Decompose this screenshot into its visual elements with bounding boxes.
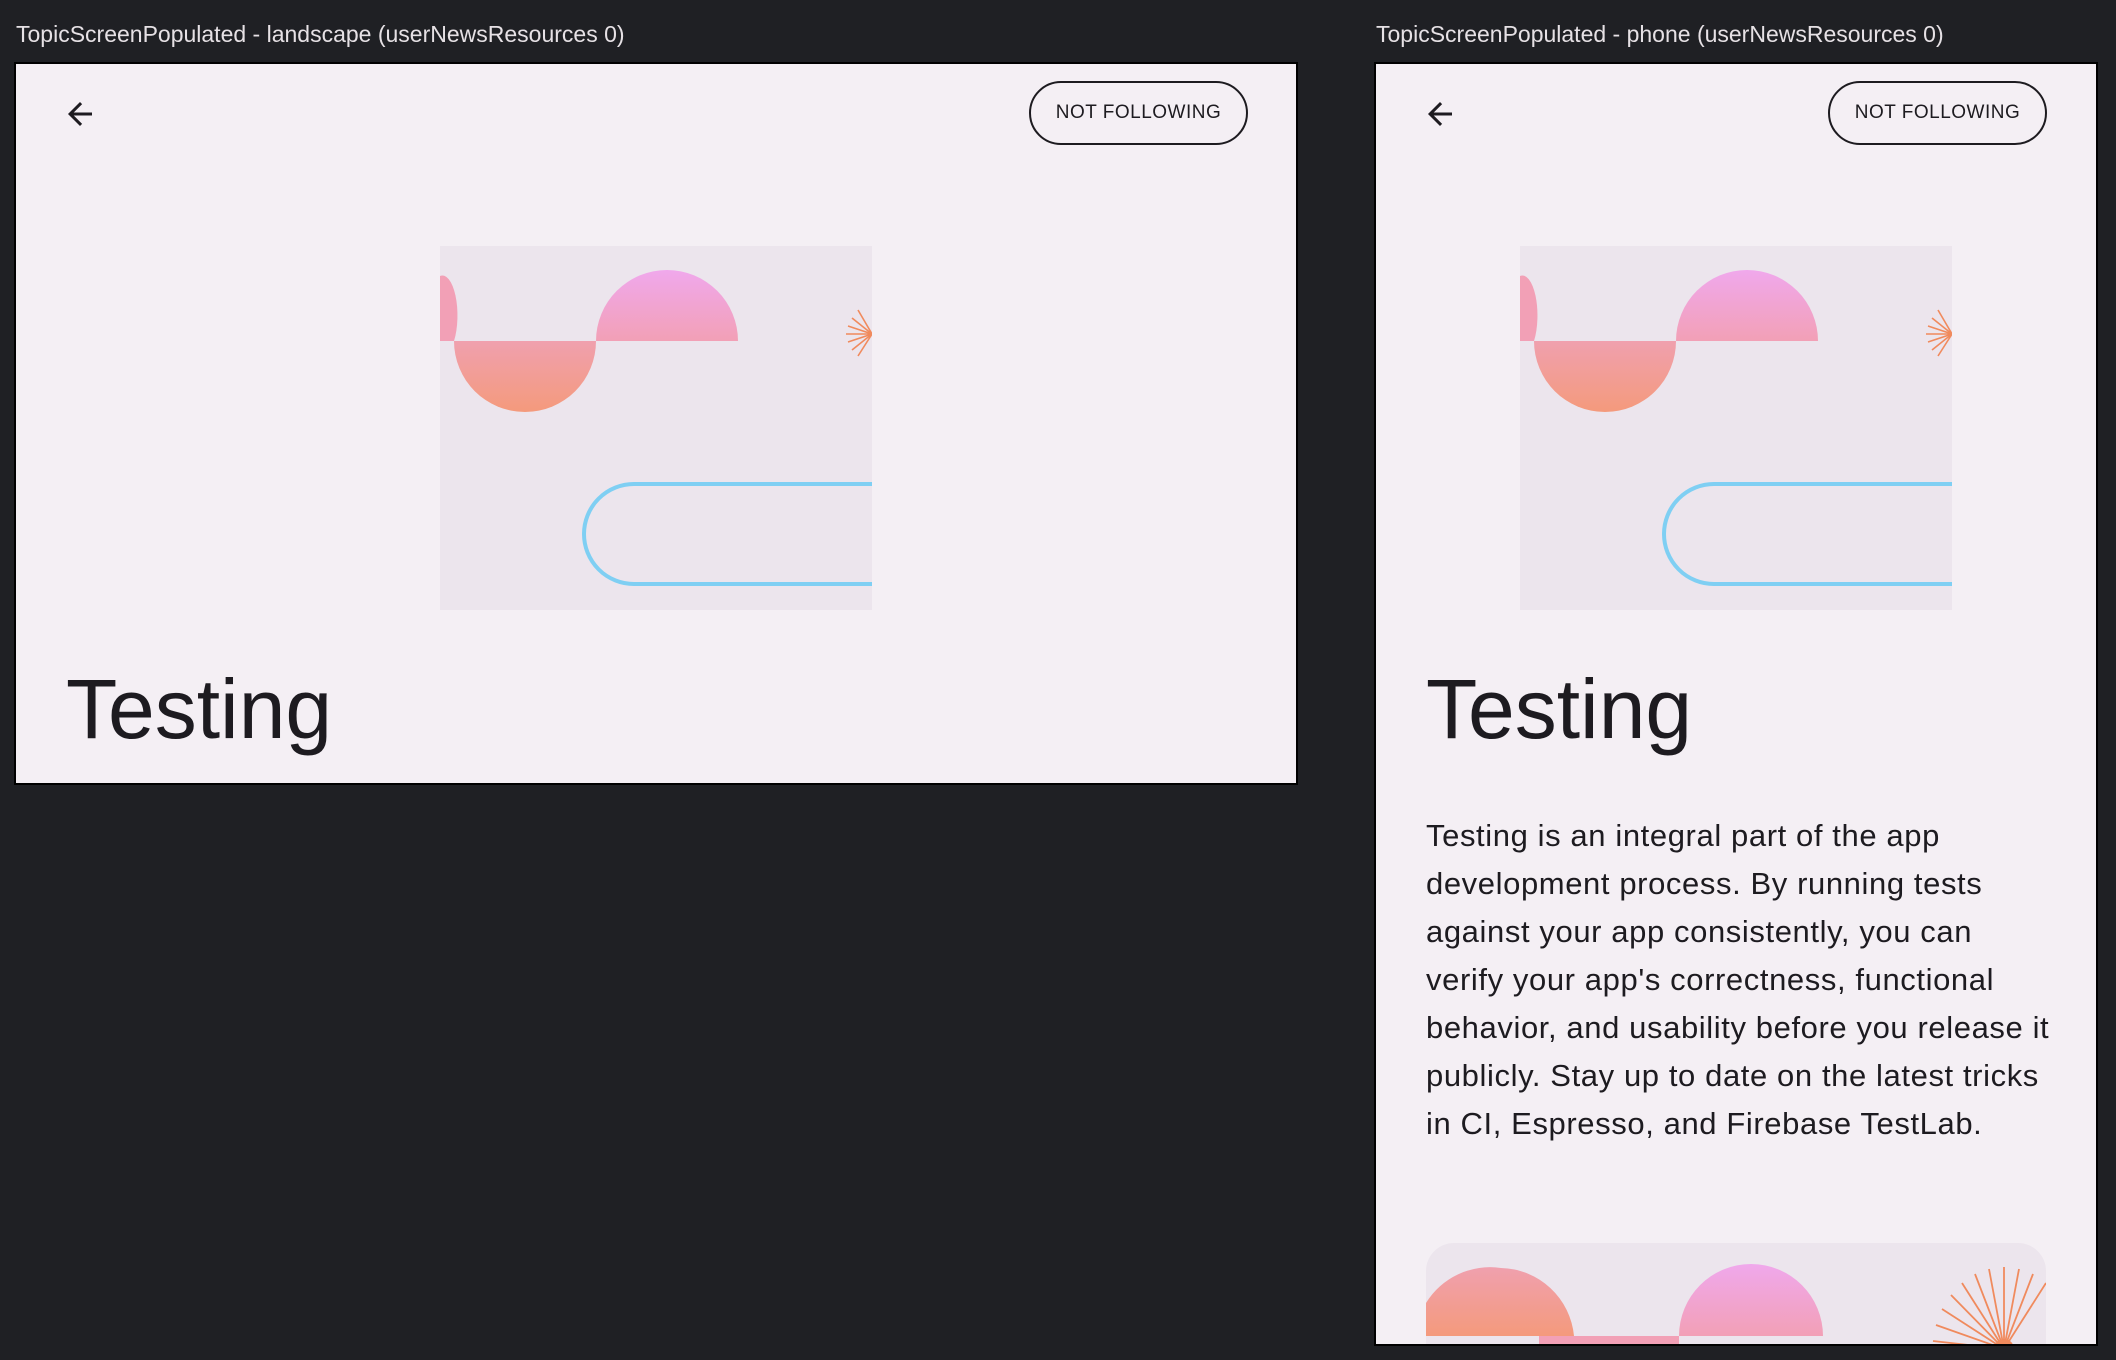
back-button[interactable]: [1410, 84, 1470, 144]
topic-screen-landscape: NOT FOLLOWING Testing: [14, 62, 1298, 785]
topic-hero-image: [440, 246, 872, 610]
topic-description: Testing is an integral part of the app d…: [1426, 818, 2050, 1141]
frame-label-phone: TopicScreenPopulated - phone (userNewsRe…: [1376, 21, 1944, 47]
topic-title: Testing: [66, 662, 333, 756]
arrow-back-icon: [1428, 102, 1452, 126]
topic-hero-image: [1520, 246, 1952, 610]
topic-title: Testing: [1426, 662, 1693, 756]
news-resource-card[interactable]: [1426, 1243, 2046, 1344]
arrow-back-icon: [68, 102, 92, 126]
frame-label-landscape: TopicScreenPopulated - landscape (userNe…: [16, 21, 625, 47]
follow-button[interactable]: NOT FOLLOWING: [1029, 81, 1248, 145]
follow-button[interactable]: NOT FOLLOWING: [1828, 81, 2047, 145]
news-card-header-image: [1426, 1264, 2046, 1344]
back-button[interactable]: [50, 84, 110, 144]
topic-screen-phone: NOT FOLLOWING Testing Testing is an inte…: [1374, 62, 2098, 1346]
